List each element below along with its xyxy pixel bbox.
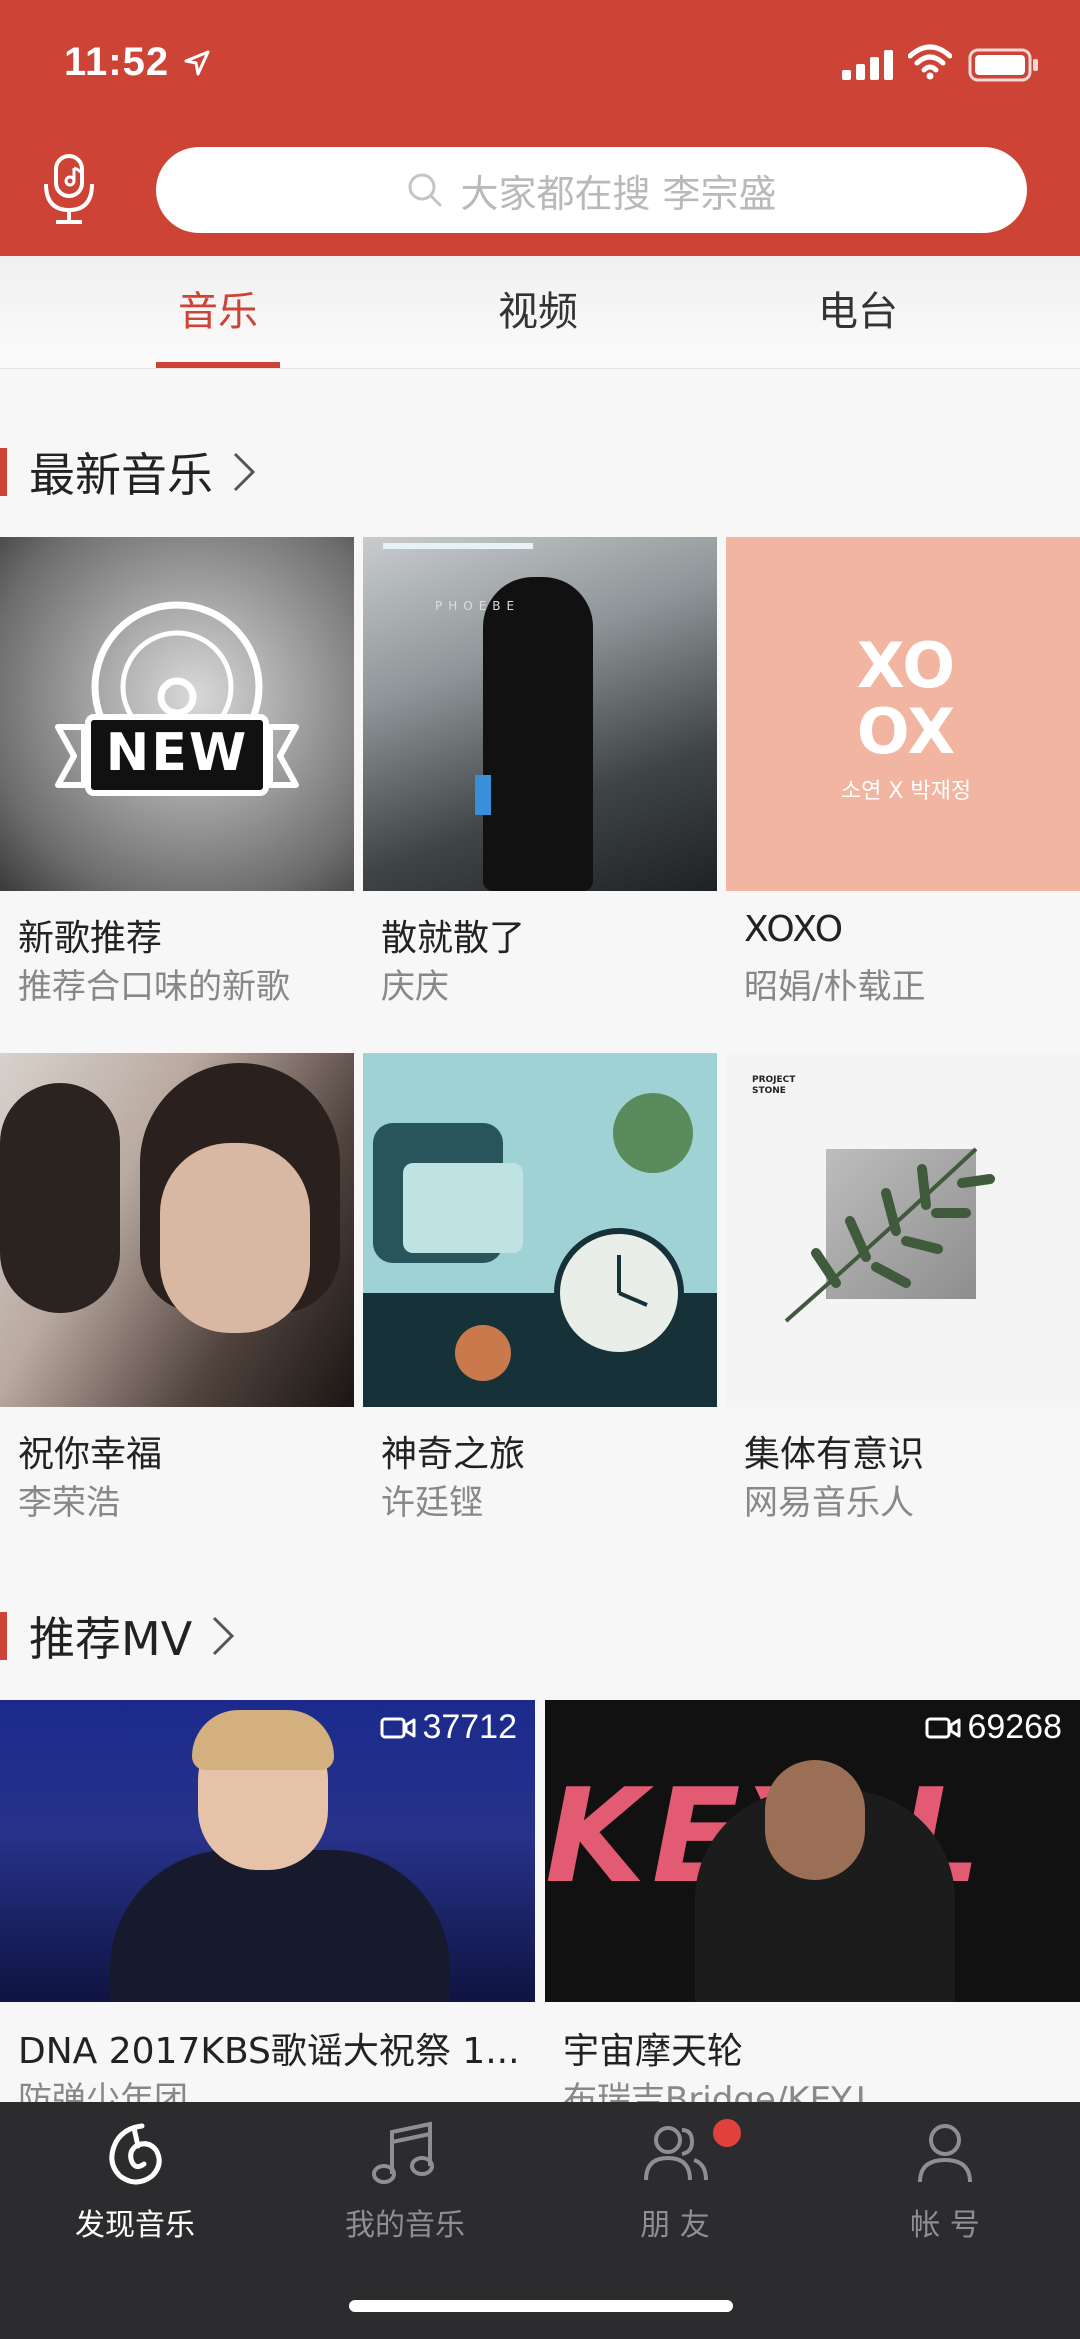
cover-hair <box>192 1710 334 1770</box>
album-artist: 昭娟/朴载正 <box>744 967 926 1007</box>
cover-label: PHOEBE <box>435 599 521 613</box>
nav-label: 发现音乐 <box>75 2208 195 2243</box>
section-recommended-mv-header[interactable]: 推荐MV <box>0 1606 236 1666</box>
tab-radio[interactable]: 电台 <box>758 256 958 368</box>
voice-search-icon[interactable] <box>38 150 102 230</box>
album-artist: 推荐合口味的新歌 <box>18 967 290 1007</box>
album-artist: 庆庆 <box>381 967 449 1007</box>
section-accent-bar <box>0 1612 7 1660</box>
album-card[interactable]: XO OX 소연 X 박재정 XOXO 昭娟/朴载正 <box>726 537 1080 1007</box>
cover-sublabel: 소연 X 박재정 <box>840 779 972 804</box>
tab-video[interactable]: 视频 <box>438 256 638 368</box>
album-title: 散就散了 <box>381 918 526 959</box>
mv-title: DNA 2017KBS歌谣大祝祭 1... <box>18 2031 520 2072</box>
tab-bar: 音乐 视频 电台 <box>0 256 1080 369</box>
cover-face <box>160 1143 310 1333</box>
new-disc-icon <box>55 601 299 796</box>
video-camera-icon <box>380 1717 416 1738</box>
mv-card[interactable]: KEY L 69268 宇宙摩天轮 布瑞吉Bridge/KEY.L <box>545 1700 1080 2120</box>
album-cover: NEW <box>0 537 354 891</box>
battery-icon <box>968 48 1038 82</box>
section-new-music-header[interactable]: 最新音乐 <box>0 442 257 502</box>
search-icon <box>408 173 442 207</box>
cover-figure <box>110 1850 450 2002</box>
nav-label: 帐 号 <box>910 2208 980 2243</box>
mv-view-count-text: 37712 <box>422 1708 517 1746</box>
nav-label: 我的音乐 <box>345 2208 465 2243</box>
cover-tag <box>475 775 491 815</box>
cover-light <box>383 543 533 549</box>
chevron-right-icon <box>233 452 256 492</box>
album-title: 神奇之旅 <box>381 1434 526 1475</box>
nav-account[interactable]: 帐 号 <box>810 2102 1080 2282</box>
mv-thumbnail: 37712 <box>0 1700 535 2002</box>
music-note-icon <box>372 2121 434 2184</box>
album-artist: 李荣浩 <box>18 1483 120 1523</box>
search-input[interactable]: 大家都在搜 李宗盛 <box>156 147 1027 233</box>
wifi-icon <box>908 44 952 80</box>
album-title: XOXO <box>744 909 844 950</box>
cover-label: XO OX <box>856 629 956 768</box>
album-title: 新歌推荐 <box>18 918 163 959</box>
chevron-right-icon <box>213 1616 235 1656</box>
notification-badge <box>710 2116 744 2150</box>
home-indicator[interactable] <box>349 2300 733 2312</box>
mv-view-count: 69268 <box>925 1708 1062 1747</box>
mv-thumbnail: KEY L 69268 <box>545 1700 1080 2002</box>
account-icon <box>918 2124 972 2183</box>
header: 11:52 大家都在搜 李宗盛 <box>0 0 1080 256</box>
mv-title: 宇宙摩天轮 <box>563 2031 744 2072</box>
mv-view-count: 37712 <box>380 1708 517 1747</box>
friends-icon <box>644 2126 708 2181</box>
video-camera-icon <box>925 1717 961 1738</box>
nav-my-music[interactable]: 我的音乐 <box>270 2102 540 2282</box>
album-artist: 许廷铿 <box>381 1483 483 1523</box>
album-cover: XO OX 소연 X 박재정 <box>726 537 1080 891</box>
album-cover: PHOEBE <box>363 537 717 891</box>
album-card[interactable]: PROJECT STONE 集体有意识 网易音乐人 <box>726 1053 1080 1523</box>
album-card[interactable]: 祝你幸福 李荣浩 <box>0 1053 354 1523</box>
album-cover <box>363 1053 717 1407</box>
cover-figure <box>483 577 593 891</box>
album-artist: 网易音乐人 <box>744 1483 914 1523</box>
album-card[interactable]: 神奇之旅 许廷铿 <box>363 1053 717 1523</box>
section-title: 最新音乐 <box>29 448 213 502</box>
tab-music[interactable]: 音乐 <box>118 256 318 368</box>
nav-label: 朋 友 <box>640 2208 710 2243</box>
album-cover <box>0 1053 354 1407</box>
album-card[interactable]: NEW 新歌推荐 推荐合口味的新歌 <box>0 537 354 1007</box>
cover-label: NEW <box>105 723 249 783</box>
section-title: 推荐MV <box>29 1612 193 1666</box>
status-bar: 11:52 <box>0 0 1080 130</box>
album-title: 集体有意识 <box>744 1434 925 1475</box>
nav-friends[interactable]: 朋 友 <box>540 2102 810 2282</box>
leaf-icon <box>784 1147 995 1323</box>
signal-icon <box>842 50 893 80</box>
search-placeholder: 大家都在搜 李宗盛 <box>460 171 777 216</box>
status-time: 11:52 <box>64 40 170 84</box>
album-cover: PROJECT STONE <box>726 1053 1080 1407</box>
netease-music-icon <box>109 2123 162 2185</box>
cover-face <box>765 1760 865 1880</box>
mv-card[interactable]: 37712 DNA 2017KBS歌谣大祝祭 1... 防弹少年团 <box>0 1700 535 2120</box>
location-arrow-icon <box>184 50 210 76</box>
section-accent-bar <box>0 448 7 496</box>
clock-icon <box>363 1093 717 1407</box>
mv-view-count-text: 69268 <box>967 1708 1062 1746</box>
nav-discover-music[interactable]: 发现音乐 <box>0 2102 270 2282</box>
album-card[interactable]: PHOEBE 散就散了 庆庆 <box>363 537 717 1007</box>
album-title: 祝你幸福 <box>18 1434 163 1475</box>
cover-hair <box>0 1083 120 1313</box>
